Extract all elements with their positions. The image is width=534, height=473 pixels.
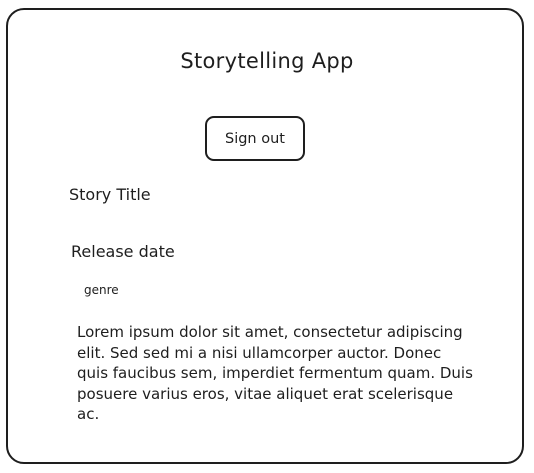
story-title: Story Title: [69, 185, 151, 204]
app-title: Storytelling App: [180, 49, 354, 73]
story-description: Lorem ipsum dolor sit amet, consectetur …: [77, 323, 473, 423]
sign-out-button[interactable]: Sign out: [205, 116, 305, 161]
release-date: Release date: [71, 242, 175, 261]
genre-label: genre: [84, 283, 119, 297]
